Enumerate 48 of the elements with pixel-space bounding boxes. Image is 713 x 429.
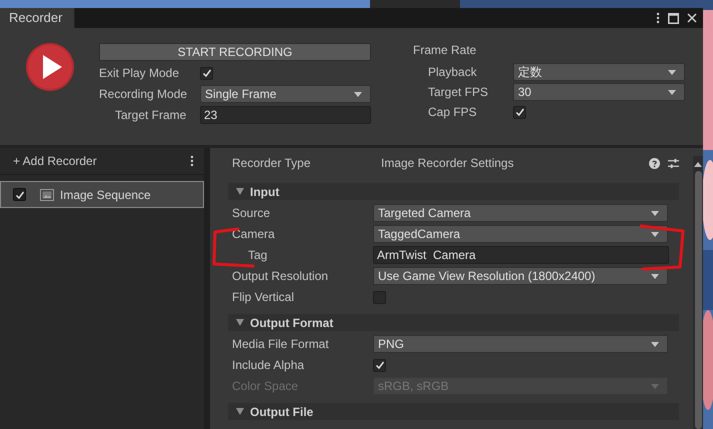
field-label: Tag xyxy=(247,248,268,262)
dropdown[interactable]: Targeted Camera xyxy=(373,204,668,222)
dropdown[interactable]: PNG xyxy=(373,335,668,353)
recorder-item[interactable]: Image Sequence xyxy=(0,181,204,208)
checkbox[interactable] xyxy=(513,106,526,118)
record-play-icon[interactable] xyxy=(25,42,75,92)
dropdown[interactable]: Use Game View Resolution (1800x2400) xyxy=(373,267,668,285)
window-tab[interactable]: Recorder xyxy=(0,8,76,28)
dropdown[interactable]: 30 xyxy=(513,83,685,101)
field-label: Cap FPS xyxy=(428,105,478,119)
dropdown[interactable]: 定数 xyxy=(513,63,685,81)
more-icon[interactable] xyxy=(190,155,194,167)
section-header[interactable]: Input xyxy=(228,183,679,200)
image-icon xyxy=(40,188,54,200)
checkbox[interactable] xyxy=(373,290,386,304)
recorder-type-value: Image Recorder Settings xyxy=(381,156,515,170)
scrollbar[interactable] xyxy=(693,156,703,429)
checkbox[interactable] xyxy=(13,188,26,201)
checkbox[interactable] xyxy=(373,358,386,372)
settings-icon[interactable] xyxy=(668,158,679,168)
scroll-up-icon[interactable] xyxy=(694,162,702,167)
checkbox[interactable] xyxy=(200,66,213,80)
input-field[interactable]: 23 xyxy=(200,106,371,124)
field-label: Recorder Type xyxy=(232,156,312,170)
field-label: Camera xyxy=(232,227,276,241)
section-header[interactable]: Output Format xyxy=(228,314,679,331)
field-label: Flip Vertical xyxy=(232,290,296,304)
more-icon[interactable] xyxy=(656,12,660,24)
field-label: Media File Format xyxy=(232,337,330,351)
help-icon[interactable] xyxy=(649,158,660,168)
close-icon[interactable] xyxy=(687,13,697,23)
input-field[interactable]: ArmTwist Camera xyxy=(373,246,669,264)
section-title: Frame Rate xyxy=(413,43,478,59)
field-label: Target Frame xyxy=(114,108,188,122)
field-label: Target FPS xyxy=(428,85,490,99)
dropdown[interactable]: Single Frame xyxy=(200,85,371,103)
field-label: Recording Mode xyxy=(99,87,188,101)
field-label: Output Resolution xyxy=(232,269,330,283)
field-label: Source xyxy=(232,206,272,220)
start-recording-button[interactable]: START RECORDING xyxy=(99,43,371,61)
field-label: Playback xyxy=(428,65,478,79)
maximize-icon[interactable] xyxy=(668,12,679,24)
add-recorder-button[interactable]: + Add Recorder xyxy=(13,154,97,168)
bracket-mark xyxy=(640,224,684,270)
dropdown[interactable]: TaggedCamera xyxy=(373,225,668,243)
field-label: Exit Play Mode xyxy=(99,66,180,80)
field-label: Include Alpha xyxy=(232,358,306,372)
section-header[interactable]: Output File xyxy=(228,403,679,420)
